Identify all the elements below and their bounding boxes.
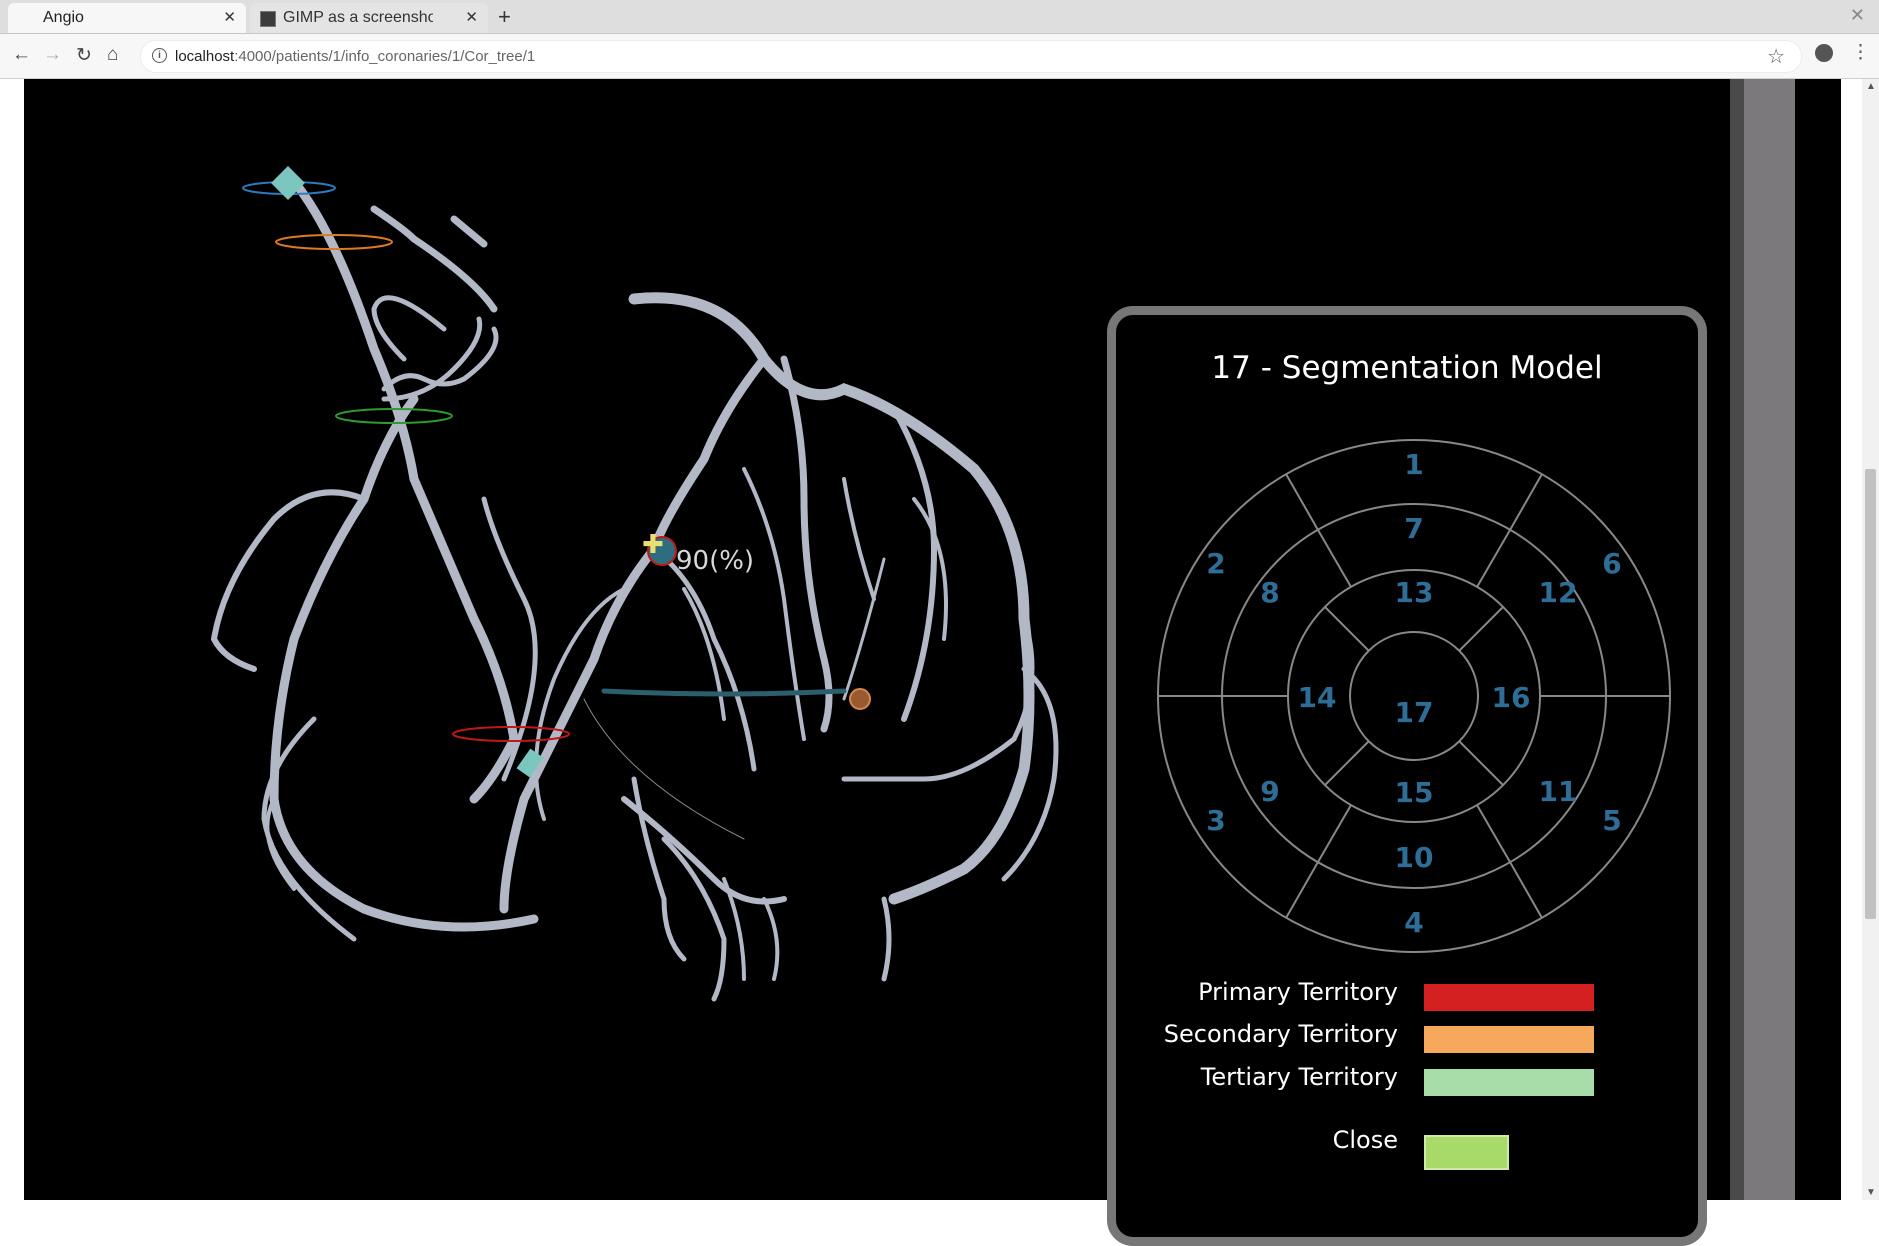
legend-tertiary-label: Tertiary Territory <box>1200 1063 1398 1091</box>
tab-title: GIMP as a screenshot t <box>283 9 433 26</box>
stenosis-marker-icon: ✚ <box>642 530 664 560</box>
segment-2-label: 2 <box>1206 547 1225 580</box>
segment-3-label: 3 <box>1206 804 1225 837</box>
segment-10-label: 10 <box>1395 841 1434 874</box>
bullseye-chart: 1 2 3 4 5 6 7 8 9 10 11 12 13 14 15 16 1… <box>1157 439 1671 953</box>
tab-angio[interactable]: Angio ✕ <box>8 3 246 33</box>
reload-icon[interactable]: ↻ <box>76 44 92 67</box>
segment-6-label: 6 <box>1602 547 1621 580</box>
page-scrollbar[interactable]: ▲ ▼ <box>1862 79 1879 1200</box>
account-icon[interactable] <box>1815 44 1833 62</box>
segment-17-label: 17 <box>1395 696 1434 729</box>
close-label: Close <box>1332 1126 1398 1154</box>
gimp-favicon-icon <box>260 11 276 27</box>
stenosis-label: 90(%) <box>676 546 754 576</box>
segment-12-label: 12 <box>1539 576 1578 609</box>
legend-tertiary-swatch <box>1424 1069 1594 1096</box>
page-content: ✚ 90(%) 17 - Segmentation Model 1 2 3 4 … <box>0 79 1862 1246</box>
tab-close-icon[interactable]: ✕ <box>223 8 236 26</box>
close-button[interactable] <box>1424 1135 1509 1170</box>
segment-16-label: 16 <box>1492 681 1531 714</box>
legend-primary-label: Primary Territory <box>1198 978 1398 1006</box>
coronary-tree-render[interactable]: ✚ 90(%) <box>24 79 1124 1200</box>
segment-9-label: 9 <box>1260 775 1279 808</box>
tab-bar: Angio ✕ GIMP as a screenshot t ✕ + ✕ <box>0 0 1879 34</box>
legend-secondary-swatch <box>1424 1026 1594 1053</box>
browser-toolbar: ← → ↻ ⌂ i localhost:4000/patients/1/info… <box>0 34 1879 79</box>
segment-15-label: 15 <box>1395 776 1434 809</box>
segment-5-label: 5 <box>1602 804 1621 837</box>
side-scroll-strip <box>1730 79 1795 1200</box>
segment-1-label: 1 <box>1404 448 1423 481</box>
new-tab-button[interactable]: + <box>498 4 511 30</box>
scrollbar-thumb[interactable] <box>1865 469 1876 919</box>
url-path: :4000/patients/1/info_coronaries/1/Cor_t… <box>234 48 536 65</box>
segment-11-label: 11 <box>1539 775 1578 808</box>
forward-icon[interactable]: → <box>43 44 62 66</box>
window-close-icon[interactable]: ✕ <box>1850 5 1865 26</box>
segment-4-label: 4 <box>1404 906 1423 939</box>
segment-14-label: 14 <box>1298 681 1337 714</box>
tab-close-icon[interactable]: ✕ <box>465 8 478 26</box>
segment-8-label: 8 <box>1260 576 1279 609</box>
segment-7-label: 7 <box>1404 512 1423 545</box>
url-host: localhost <box>175 48 235 65</box>
tab-gimp[interactable]: GIMP as a screenshot t ✕ <box>250 3 488 33</box>
scroll-down-icon[interactable]: ▼ <box>1866 1187 1876 1198</box>
back-icon[interactable]: ← <box>12 44 31 66</box>
segmentation-panel: 17 - Segmentation Model 1 2 3 4 5 6 7 8 … <box>1107 306 1707 1246</box>
address-bar[interactable]: i localhost:4000/patients/1/info_coronar… <box>140 40 1802 73</box>
tab-title: Angio <box>43 9 84 26</box>
url-text[interactable]: localhost:4000/patients/1/info_coronarie… <box>175 48 535 65</box>
legend-secondary-label: Secondary Territory <box>1163 1020 1398 1048</box>
panel-title: 17 - Segmentation Model <box>1211 350 1603 386</box>
home-icon[interactable]: ⌂ <box>107 44 118 66</box>
info-icon[interactable]: i <box>152 48 167 63</box>
scroll-up-icon[interactable]: ▲ <box>1866 81 1876 92</box>
menu-icon[interactable]: ⋮ <box>1851 41 1870 64</box>
star-icon[interactable]: ☆ <box>1767 44 1785 69</box>
legend-primary-swatch <box>1424 984 1594 1011</box>
segment-13-label: 13 <box>1395 576 1434 609</box>
